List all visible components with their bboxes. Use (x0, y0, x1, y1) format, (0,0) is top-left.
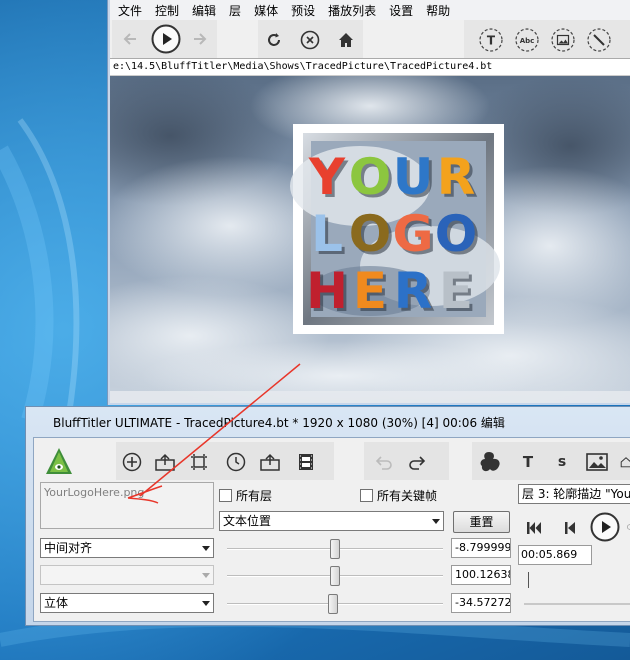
annotation-arrow (127, 363, 301, 504)
